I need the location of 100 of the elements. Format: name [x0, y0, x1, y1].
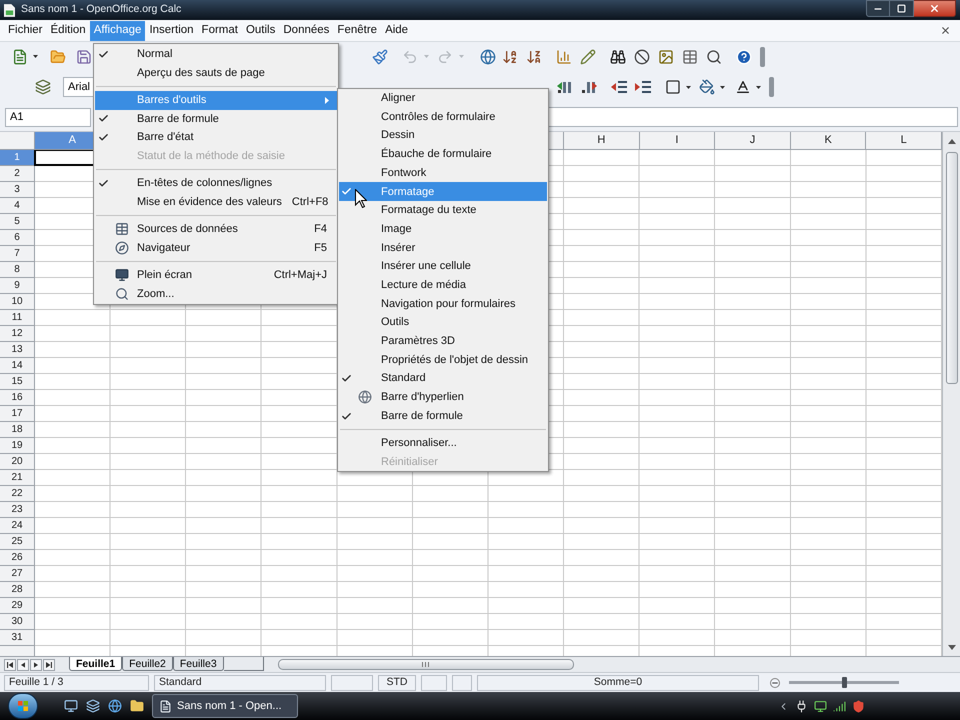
- row-header[interactable]: 19: [0, 438, 34, 454]
- menu-item[interactable]: Barre de formule: [95, 110, 337, 128]
- name-box-field[interactable]: A1: [5, 108, 91, 126]
- row-header[interactable]: 26: [0, 550, 34, 566]
- scrollbar-grip-icon[interactable]: [422, 662, 430, 667]
- dropdown-caret-icon[interactable]: [686, 86, 691, 88]
- menu-item[interactable]: Mise en évidence des valeurs Ctrl+F8: [95, 192, 337, 212]
- row-header[interactable]: 15: [0, 374, 34, 390]
- pencil-icon[interactable]: [580, 48, 596, 64]
- column-header[interactable]: H: [564, 132, 640, 149]
- row-header[interactable]: 7: [0, 246, 34, 262]
- font-color-icon[interactable]: [735, 79, 751, 95]
- formula-input-field[interactable]: [548, 107, 958, 127]
- row-header[interactable]: 6: [0, 230, 34, 246]
- row-header[interactable]: 9: [0, 278, 34, 294]
- row-header[interactable]: 3: [0, 182, 34, 198]
- sheet-tab[interactable]: Feuille1: [69, 657, 122, 671]
- circle-slash-icon[interactable]: [634, 48, 650, 64]
- font-name-field[interactable]: Arial: [63, 77, 94, 97]
- row-header[interactable]: 29: [0, 598, 34, 614]
- menu-item[interactable]: Fontwork: [339, 164, 547, 182]
- plug-icon[interactable]: [795, 700, 808, 712]
- magnifier-icon[interactable]: [706, 48, 722, 64]
- close-document-icon[interactable]: [940, 25, 951, 36]
- menu-item[interactable]: Formatage du texte: [339, 201, 547, 220]
- start-button[interactable]: [8, 693, 38, 719]
- taskbar-window-button[interactable]: Sans nom 1 - Open...: [152, 694, 298, 718]
- menu-item[interactable]: Contrôles de formulaire: [339, 108, 547, 126]
- decimal-decrease-icon[interactable]: [581, 79, 597, 95]
- bar-chart-icon[interactable]: [556, 48, 572, 64]
- paint-bucket-icon[interactable]: [699, 79, 715, 95]
- layers-icon[interactable]: [35, 79, 51, 95]
- menu-item[interactable]: Propriétés de l'objet de dessin: [339, 350, 547, 370]
- first-sheet-button[interactable]: [4, 658, 16, 670]
- dropdown-caret-icon[interactable]: [33, 55, 38, 58]
- decimal-increase-icon[interactable]: [557, 79, 573, 95]
- menu-item[interactable]: Insérer: [339, 238, 547, 258]
- layers-icon[interactable]: [86, 699, 100, 713]
- menu-item[interactable]: Insérer une cellule: [339, 257, 547, 276]
- menu-bar-item[interactable]: Aide: [381, 20, 412, 40]
- scroll-up-icon[interactable]: [948, 139, 956, 144]
- signal-icon[interactable]: [833, 700, 846, 712]
- dropdown-caret-icon[interactable]: [720, 86, 725, 88]
- row-header[interactable]: 11: [0, 310, 34, 326]
- row-header[interactable]: 30: [0, 614, 34, 630]
- monitor-icon[interactable]: [64, 699, 78, 713]
- row-header[interactable]: 2: [0, 166, 34, 182]
- menu-item[interactable]: Zoom...: [95, 284, 337, 304]
- row-header[interactable]: 25: [0, 534, 34, 550]
- border-icon[interactable]: [665, 79, 681, 95]
- row-header[interactable]: 16: [0, 390, 34, 406]
- sheet-tab[interactable]: Feuille3: [172, 657, 224, 671]
- column-header[interactable]: J: [715, 132, 791, 149]
- row-header[interactable]: 20: [0, 454, 34, 470]
- toolbar-grip-icon[interactable]: [760, 46, 765, 66]
- menu-item[interactable]: Ébauche de formulaire: [339, 145, 547, 164]
- image-icon[interactable]: [658, 48, 674, 64]
- menu-item[interactable]: Normal: [95, 45, 337, 64]
- menu-item[interactable]: Aligner: [339, 89, 547, 108]
- row-header[interactable]: 12: [0, 326, 34, 342]
- row-header[interactable]: 18: [0, 422, 34, 438]
- paintbrush-icon[interactable]: [372, 48, 388, 64]
- menu-bar-item[interactable]: Fenêtre: [333, 20, 382, 40]
- row-header[interactable]: 14: [0, 358, 34, 374]
- menu-item[interactable]: Barre de formule: [339, 406, 547, 426]
- menu-bar-item[interactable]: Format: [198, 20, 242, 40]
- indent-decrease-icon[interactable]: [611, 79, 627, 95]
- table-icon[interactable]: [682, 48, 698, 64]
- help-icon[interactable]: [736, 48, 752, 64]
- menu-item[interactable]: Navigateur F5: [95, 238, 337, 258]
- menu-item[interactable]: Sources de données F4: [95, 220, 337, 239]
- save-icon[interactable]: [76, 48, 92, 64]
- menu-item[interactable]: Personnaliser...: [339, 434, 547, 453]
- indent-increase-icon[interactable]: [635, 79, 651, 95]
- row-header[interactable]: 8: [0, 262, 34, 278]
- row-header[interactable]: 17: [0, 406, 34, 422]
- document-icon[interactable]: [12, 48, 28, 64]
- menu-item[interactable]: Barre d'hyperlien: [339, 388, 547, 407]
- menu-bar-item[interactable]: Édition: [46, 20, 90, 40]
- row-header[interactable]: 24: [0, 518, 34, 534]
- row-header[interactable]: 31: [0, 630, 34, 646]
- next-sheet-button[interactable]: [30, 658, 42, 670]
- shield-icon[interactable]: [852, 700, 865, 712]
- menu-item[interactable]: En-têtes de colonnes/lignes: [95, 174, 337, 193]
- menu-item[interactable]: Plein écran Ctrl+Maj+J: [95, 266, 337, 285]
- zoom-out-icon[interactable]: [770, 678, 780, 688]
- last-sheet-button[interactable]: [43, 658, 55, 670]
- sheet-tab[interactable]: Feuille2: [122, 657, 173, 671]
- menu-item[interactable]: Navigation pour formulaires: [339, 294, 547, 314]
- row-header[interactable]: 4: [0, 198, 34, 214]
- row-header[interactable]: 22: [0, 486, 34, 502]
- menu-item[interactable]: Outils: [339, 313, 547, 332]
- menu-item[interactable]: Aperçu des sauts de page: [95, 64, 337, 82]
- menu-item[interactable]: Standard: [339, 369, 547, 388]
- menu-bar-item[interactable]: Fichier: [4, 20, 47, 40]
- column-header[interactable]: K: [790, 132, 866, 149]
- scrollbar-thumb[interactable]: [946, 152, 958, 384]
- folder-icon[interactable]: [130, 699, 144, 713]
- globe-icon[interactable]: [480, 48, 496, 64]
- globe-icon[interactable]: [108, 699, 122, 713]
